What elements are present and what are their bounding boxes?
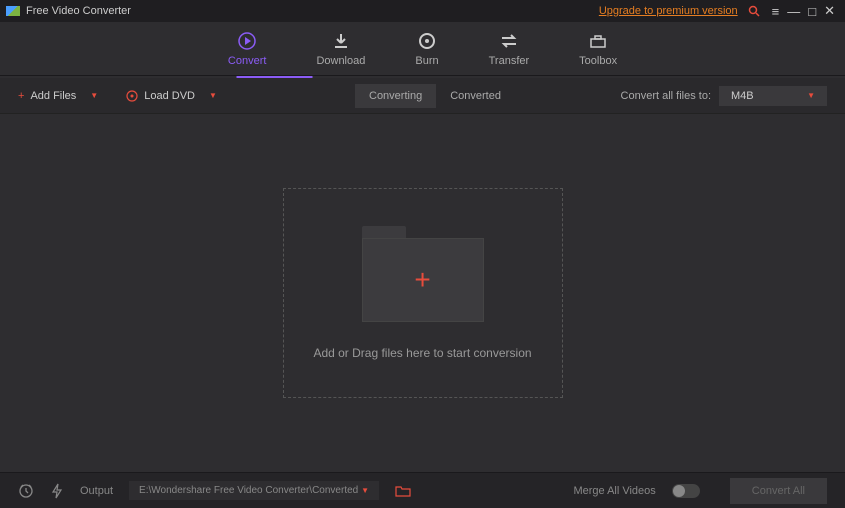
- convert-all-button[interactable]: Convert All: [730, 478, 827, 504]
- toolbox-icon: [588, 31, 608, 51]
- app-title: Free Video Converter: [26, 5, 599, 17]
- chevron-down-icon: ▼: [209, 91, 217, 100]
- dropzone-text: Add or Drag files here to start conversi…: [313, 346, 531, 360]
- disc-icon: [126, 90, 138, 102]
- chevron-down-icon: ▼: [90, 91, 98, 100]
- load-dvd-label: Load DVD: [144, 90, 195, 102]
- chevron-down-icon: ▼: [807, 91, 815, 100]
- nav-burn[interactable]: Burn: [415, 31, 438, 67]
- maximize-icon[interactable]: □: [808, 4, 816, 19]
- app-logo-icon: [6, 6, 20, 16]
- plus-icon: +: [414, 264, 430, 296]
- chevron-down-icon: ▼: [361, 486, 369, 495]
- upgrade-link[interactable]: Upgrade to premium version: [599, 5, 738, 17]
- dropzone[interactable]: + Add or Drag files here to start conver…: [283, 188, 563, 398]
- minimize-icon[interactable]: —: [787, 4, 800, 19]
- output-path-value: E:\Wondershare Free Video Converter\Conv…: [139, 485, 358, 496]
- format-select[interactable]: M4B ▼: [719, 86, 827, 106]
- convert-all-label: Convert all files to:: [621, 90, 711, 102]
- close-icon[interactable]: ✕: [824, 3, 835, 19]
- transfer-icon: [499, 31, 519, 51]
- footer: Output E:\Wondershare Free Video Convert…: [0, 472, 845, 508]
- nav-convert[interactable]: Convert: [228, 31, 267, 67]
- titlebar: Free Video Converter Upgrade to premium …: [0, 0, 845, 22]
- output-path-select[interactable]: E:\Wondershare Free Video Converter\Conv…: [129, 481, 379, 500]
- tab-converted[interactable]: Converted: [436, 84, 515, 108]
- nav-download[interactable]: Download: [316, 31, 365, 67]
- plus-icon: +: [18, 90, 24, 102]
- format-value: M4B: [731, 90, 754, 102]
- download-icon: [331, 31, 351, 51]
- nav-toolbox-label: Toolbox: [579, 55, 617, 67]
- merge-toggle[interactable]: [672, 484, 700, 498]
- nav-transfer[interactable]: Transfer: [489, 31, 530, 67]
- add-files-button[interactable]: + Add Files ▼: [18, 90, 98, 102]
- open-folder-icon[interactable]: [395, 484, 411, 498]
- add-files-label: Add Files: [30, 90, 76, 102]
- burn-icon: [417, 31, 437, 51]
- merge-label: Merge All Videos: [573, 485, 655, 497]
- toolbar: + Add Files ▼ Load DVD ▼ Converting Conv…: [0, 78, 845, 114]
- load-dvd-button[interactable]: Load DVD ▼: [126, 90, 217, 102]
- main-area: + Add or Drag files here to start conver…: [0, 114, 845, 472]
- nav-toolbox[interactable]: Toolbox: [579, 31, 617, 67]
- nav-transfer-label: Transfer: [489, 55, 530, 67]
- flash-icon[interactable]: [50, 483, 64, 499]
- folder-icon: +: [362, 226, 484, 322]
- search-icon[interactable]: [748, 5, 760, 17]
- nav-burn-label: Burn: [415, 55, 438, 67]
- output-label: Output: [80, 485, 113, 497]
- tab-group: Converting Converted: [355, 84, 515, 108]
- tab-converting[interactable]: Converting: [355, 84, 436, 108]
- clock-icon[interactable]: [18, 483, 34, 499]
- main-nav: Convert Download Burn Transfer Toolbox: [0, 22, 845, 76]
- convert-icon: [237, 31, 257, 51]
- nav-convert-label: Convert: [228, 55, 267, 67]
- menu-icon[interactable]: ≡: [772, 4, 780, 19]
- nav-download-label: Download: [316, 55, 365, 67]
